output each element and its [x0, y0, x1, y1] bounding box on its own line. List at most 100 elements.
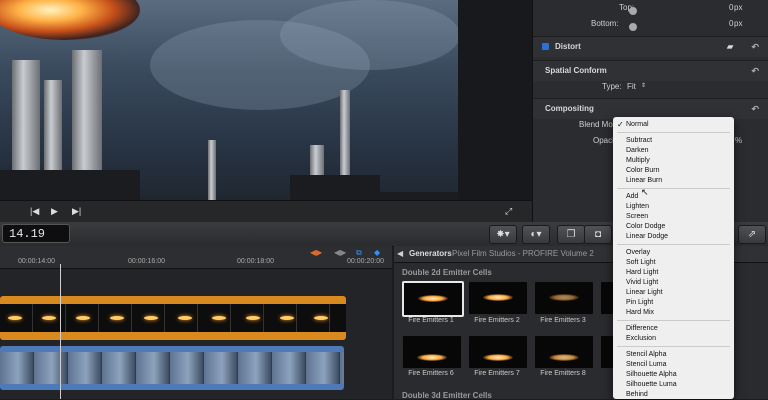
type-select[interactable]: Fit — [627, 82, 636, 91]
generator-thumb[interactable] — [402, 335, 462, 369]
menu-separator — [617, 132, 730, 133]
playhead[interactable] — [60, 264, 61, 399]
checkmark-icon: ✓ — [617, 120, 624, 129]
select-tool-icon[interactable]: ✸▾ — [489, 225, 517, 244]
bottom-value[interactable]: 0 — [729, 19, 733, 28]
reset-icon[interactable]: ↶ — [751, 37, 759, 57]
menu-item[interactable]: Linear Light — [626, 289, 663, 296]
viewer: |◀ ▶ ▶| ⤢ — [0, 0, 532, 222]
menu-item[interactable]: Overlay — [626, 249, 650, 256]
menu-item[interactable]: Difference — [626, 325, 658, 332]
ruler-tick: 00:00:14:00 — [18, 258, 55, 265]
flame-thumb — [110, 316, 124, 320]
top-unit: px — [734, 3, 743, 12]
generator-label: Fire Emitters 8 — [540, 370, 586, 377]
menu-item-normal[interactable]: Normal — [626, 121, 649, 128]
generators-path: Pixel Film Studios - PROFIRE Volume 2 — [452, 249, 594, 258]
timeline[interactable]: 00:00:14:00 00:00:16:00 00:00:18:00 00:0… — [0, 246, 392, 399]
ruler-tick: 00:00:16:00 — [128, 258, 165, 265]
photo-icon[interactable]: ◘ — [584, 225, 612, 244]
generator-thumb[interactable] — [534, 335, 594, 369]
share-icon[interactable]: ⇗ — [738, 225, 766, 244]
generator-thumb[interactable] — [600, 335, 614, 369]
blend-mode-menu[interactable]: ✓ Normal Subtract Darken Multiply Color … — [613, 117, 734, 399]
fire-burst — [0, 0, 140, 40]
fire-clip[interactable] — [0, 296, 346, 340]
timeline-ruler[interactable]: 00:00:14:00 00:00:16:00 00:00:18:00 00:0… — [0, 246, 392, 269]
distort-checkbox[interactable] — [542, 43, 549, 50]
flame-thumb — [212, 316, 226, 320]
section-header: Double 2d Emitter Cells — [402, 268, 492, 277]
next-frame-icon[interactable]: ▶| — [72, 206, 81, 217]
distort-section[interactable]: Distort ▰ ↶ — [533, 36, 768, 57]
generator-label: Fire Emitters 3 — [540, 317, 586, 324]
fire-glow — [418, 295, 448, 302]
menu-item[interactable]: Pin Light — [626, 299, 653, 306]
generator-label: Fire Emitters 1 — [408, 317, 454, 324]
spatial-conform-section[interactable]: Spatial Conform ↶ — [533, 60, 768, 81]
menu-item[interactable]: Behind — [626, 391, 648, 398]
crop-top-row: Top: 0 px — [533, 3, 768, 17]
generator-thumb[interactable] — [600, 281, 614, 315]
audio-skimming-icon[interactable]: ◀▶ — [310, 248, 322, 257]
building — [290, 175, 380, 200]
solo-icon[interactable]: ◀▶ — [334, 248, 346, 257]
spatial-conform-label: Spatial Conform — [545, 66, 607, 75]
previous-frame-icon[interactable]: |◀ — [30, 206, 39, 217]
bottom-label: Bottom: — [591, 19, 619, 28]
slider-knob[interactable] — [629, 7, 637, 15]
bottom-unit: px — [734, 19, 743, 28]
menu-item[interactable]: Hard Mix — [626, 309, 654, 316]
menu-item[interactable]: Stencil Alpha — [626, 351, 666, 358]
viewer-controls: |◀ ▶ ▶| ⤢ — [0, 200, 532, 222]
generator-thumb[interactable] — [534, 281, 594, 315]
skimming-icon[interactable]: ◆ — [374, 248, 380, 257]
snapping-icon[interactable]: ⧉ — [356, 248, 362, 258]
reset-icon[interactable]: ↶ — [751, 99, 759, 119]
menu-item[interactable]: Darken — [626, 147, 649, 154]
menu-item[interactable]: Color Burn — [626, 167, 659, 174]
generator-thumb[interactable] — [468, 335, 528, 369]
generator-label: Fire Emitters 6 — [408, 370, 454, 377]
disclosure-icon[interactable]: ◀ — [397, 249, 403, 258]
menu-item[interactable]: Silhouette Alpha — [626, 371, 677, 378]
menu-item[interactable]: Multiply — [626, 157, 650, 164]
generator-thumb[interactable] — [468, 281, 528, 315]
play-icon[interactable]: ▶ — [51, 206, 58, 217]
generator-thumb[interactable] — [402, 281, 464, 317]
menu-item[interactable]: Subtract — [626, 137, 652, 144]
compositing-section[interactable]: Compositing ↶ — [533, 98, 768, 119]
menu-item[interactable]: Screen — [626, 213, 648, 220]
menu-item[interactable]: Hard Light — [626, 269, 658, 276]
slider-knob[interactable] — [629, 23, 637, 31]
menu-item[interactable]: Lighten — [626, 203, 649, 210]
fire-glow — [483, 294, 513, 301]
menu-item[interactable]: Silhouette Luma — [626, 381, 677, 388]
refinery-clip[interactable] — [0, 346, 344, 390]
timecode-display[interactable]: 14.19 — [2, 224, 70, 243]
menu-item[interactable]: Soft Light — [626, 259, 656, 266]
flame-thumb — [8, 316, 22, 320]
browser-icon[interactable]: ❐ — [557, 225, 585, 244]
menu-item[interactable]: Linear Dodge — [626, 233, 668, 240]
menu-item[interactable]: Stencil Luma — [626, 361, 666, 368]
menu-item[interactable]: Linear Burn — [626, 177, 662, 184]
menu-item[interactable]: Color Dodge — [626, 223, 665, 230]
flame-thumb — [314, 316, 328, 320]
ruler-tick: 00:00:18:00 — [237, 258, 274, 265]
retime-tool-icon[interactable]: ◐▾ — [522, 225, 550, 244]
fire-glow — [483, 354, 513, 361]
distort-tool-icon[interactable]: ▰ — [727, 37, 733, 57]
top-value[interactable]: 0 — [729, 3, 733, 12]
building — [380, 192, 458, 200]
cloud — [280, 0, 458, 70]
menu-item[interactable]: Exclusion — [626, 335, 656, 342]
select-arrows-icon[interactable]: ⇕ — [641, 82, 646, 89]
fullscreen-icon[interactable]: ⤢ — [505, 206, 512, 217]
generator-label: Fire Emitters 7 — [474, 370, 520, 377]
flame-thumb — [144, 316, 158, 320]
menu-item-add[interactable]: Add — [626, 193, 638, 200]
menu-item[interactable]: Vivid Light — [626, 279, 658, 286]
reset-icon[interactable]: ↶ — [751, 61, 759, 81]
smokestack — [208, 140, 216, 200]
